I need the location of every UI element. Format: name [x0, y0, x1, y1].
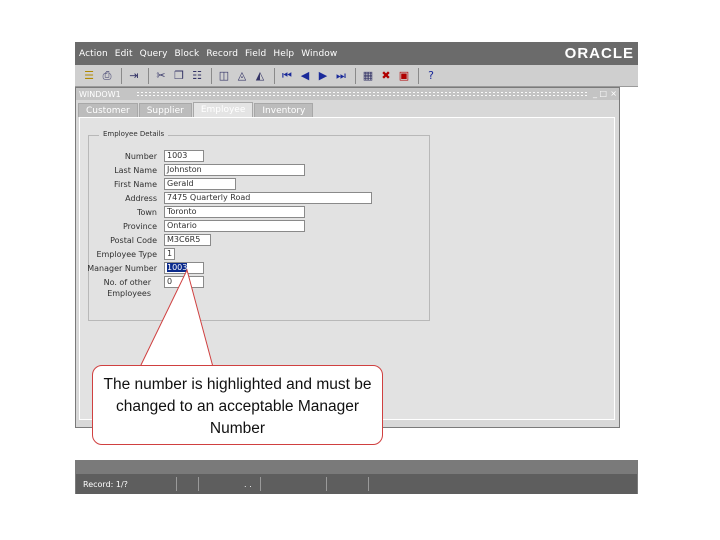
lock-record-icon[interactable]: ▣	[396, 68, 412, 84]
close-icon[interactable]: ×	[610, 89, 617, 98]
menu-window[interactable]: Window	[301, 49, 337, 59]
enter-query-icon[interactable]: ◫	[216, 68, 232, 84]
label-manager-number: Manager Number	[87, 264, 157, 273]
status-divider	[198, 477, 199, 491]
selected-text: 1003	[167, 263, 188, 272]
tab-strip: Customer Supplier Employee Inventory	[78, 102, 314, 117]
toolbar-separator	[418, 67, 419, 84]
status-divider	[368, 477, 369, 491]
status-divider	[326, 477, 327, 491]
delete-record-icon[interactable]: ✖	[378, 68, 394, 84]
first-record-icon[interactable]: ⏮	[279, 68, 295, 84]
next-record-icon[interactable]: ▶	[315, 68, 331, 84]
label-number: Number	[124, 152, 157, 161]
oracle-logo: ORACLE	[564, 45, 634, 62]
status-divider	[260, 477, 261, 491]
tab-inventory[interactable]: Inventory	[254, 103, 314, 117]
employee-details-group: Employee Details Number 1003 Last Name J…	[87, 130, 430, 321]
execute-query-icon[interactable]: ◬	[234, 68, 250, 84]
window-title-bar: WINDOW1 _ □ ×	[76, 88, 619, 100]
cut-icon[interactable]: ✂	[153, 68, 169, 84]
toolbar-separator	[274, 67, 275, 84]
toolbar: ☰ ⎙ ⇥ ✂ ❐ ☷ ◫ ◬ ◭ ⏮ ◀ ▶ ⏭ ▦ ✖ ▣ ?	[75, 65, 638, 87]
window-title: WINDOW1	[79, 89, 121, 99]
menu-query[interactable]: Query	[140, 49, 168, 59]
cancel-query-icon[interactable]: ◭	[252, 68, 268, 84]
label-address: Address	[125, 194, 157, 203]
minimize-icon[interactable]: _	[593, 89, 597, 98]
address-field[interactable]: 7475 Quarterly Road	[164, 192, 372, 204]
group-title: Employee Details	[99, 130, 169, 138]
label-employees: Employees	[107, 289, 151, 298]
manager-number-field[interactable]: 1003	[164, 262, 204, 274]
toolbar-separator	[355, 67, 356, 84]
toolbar-separator	[121, 67, 122, 84]
status-divider	[176, 477, 177, 491]
number-field[interactable]: 1003	[164, 150, 204, 162]
menu-action[interactable]: Action	[79, 49, 108, 59]
toolbar-separator	[211, 67, 212, 84]
menu-bar: Action Edit Query Block Record Field Hel…	[75, 42, 638, 65]
label-first-name: First Name	[114, 180, 157, 189]
tab-customer[interactable]: Customer	[78, 103, 138, 117]
menu-record[interactable]: Record	[206, 49, 238, 59]
print-icon[interactable]: ⎙	[99, 68, 115, 84]
label-employee-type: Employee Type	[96, 250, 157, 259]
postal-code-field[interactable]: M3C6R5	[164, 234, 211, 246]
title-bar-pattern	[136, 91, 589, 97]
status-line: Record: 1/? . .	[76, 474, 637, 494]
label-no-of-other: No. of other	[103, 278, 151, 287]
employee-count-field[interactable]: 0	[164, 276, 204, 288]
paste-icon[interactable]: ☷	[189, 68, 205, 84]
label-province: Province	[122, 222, 157, 231]
callout-box: The number is highlighted and must be ch…	[92, 365, 383, 445]
maximize-icon[interactable]: □	[599, 89, 607, 98]
menu-field[interactable]: Field	[245, 49, 266, 59]
first-name-field[interactable]: Gerald	[164, 178, 236, 190]
exit-icon[interactable]: ⇥	[126, 68, 142, 84]
province-field[interactable]: Ontario	[164, 220, 305, 232]
last-name-field[interactable]: Johnston	[164, 164, 305, 176]
menu-help[interactable]: Help	[273, 49, 294, 59]
status-bar: Record: 1/? . .	[75, 460, 638, 494]
help-icon[interactable]: ?	[423, 68, 439, 84]
label-town: Town	[136, 208, 157, 217]
label-postal-code: Postal Code	[110, 236, 157, 245]
menu-block[interactable]: Block	[175, 49, 200, 59]
callout-text: The number is highlighted and must be ch…	[103, 376, 372, 437]
record-indicator: Record: 1/?	[83, 480, 128, 489]
copy-icon[interactable]: ❐	[171, 68, 187, 84]
status-dots: . .	[244, 480, 252, 489]
employee-type-field[interactable]: 1	[164, 248, 175, 260]
open-folder-icon[interactable]: ☰	[81, 68, 97, 84]
last-record-icon[interactable]: ⏭	[333, 68, 349, 84]
menu-edit[interactable]: Edit	[115, 49, 133, 59]
insert-record-icon[interactable]: ▦	[360, 68, 376, 84]
toolbar-separator	[148, 67, 149, 84]
tab-employee[interactable]: Employee	[192, 102, 254, 117]
tab-supplier[interactable]: Supplier	[138, 103, 192, 117]
town-field[interactable]: Toronto	[164, 206, 305, 218]
previous-record-icon[interactable]: ◀	[297, 68, 313, 84]
label-last-name: Last Name	[114, 166, 157, 175]
